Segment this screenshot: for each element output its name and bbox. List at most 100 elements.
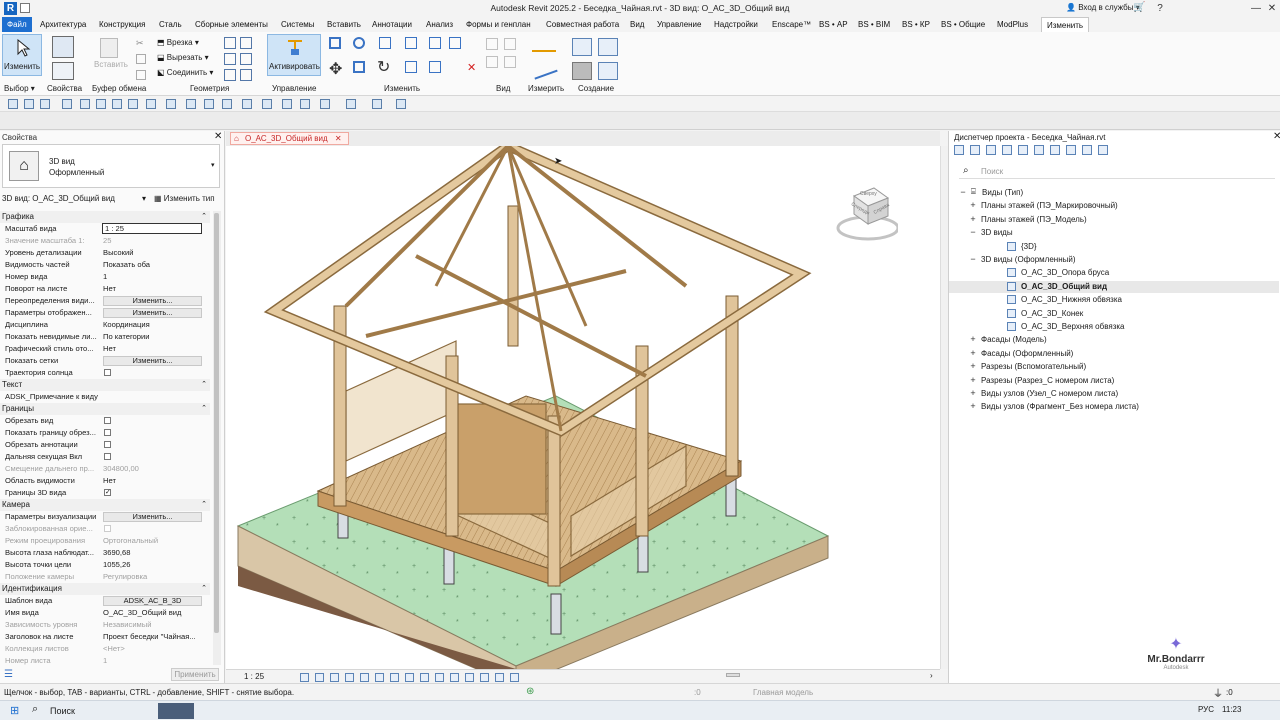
property-row[interactable]: Дальняя секущая Вкл [0, 451, 210, 463]
property-section[interactable]: Графика ⌃ [0, 211, 210, 223]
tree-item[interactable]: − ⌸ Виды (Тип) [949, 187, 1279, 199]
property-row[interactable]: Область видимости Нет [0, 475, 210, 487]
tree-item[interactable]: О_АС_3D_Верхняя обвязка [949, 321, 1279, 333]
quick-access-icon[interactable] [96, 99, 106, 109]
view-control-icon[interactable] [450, 673, 459, 682]
property-row[interactable]: Параметры отображен... Изменить... [0, 307, 210, 319]
join-roof-icon[interactable] [224, 69, 236, 81]
ribbon-tab[interactable]: BS • АР [818, 17, 849, 32]
browser-search[interactable]: ⌕ Поиск [959, 165, 1275, 179]
scroll-right-icon[interactable]: › [930, 671, 933, 680]
property-row[interactable]: Высота глаза наблюдат... 3690,68 [0, 547, 210, 559]
property-row[interactable]: Положение камеры Регулировка [0, 571, 210, 583]
properties-help-icon[interactable]: ☰ [4, 669, 13, 680]
align-icon[interactable] [329, 37, 341, 49]
tree-item[interactable]: −3D виды [949, 227, 1279, 239]
view-control-icon[interactable] [495, 673, 504, 682]
view-control-icon[interactable] [510, 673, 519, 682]
quick-access-icon[interactable] [282, 99, 292, 109]
property-row[interactable]: Показать невидимые ли... По категории [0, 331, 210, 343]
property-row[interactable]: Высота точки цели 1055,26 [0, 559, 210, 571]
property-value[interactable]: <Нет> [103, 643, 202, 655]
quick-access-icon[interactable] [8, 99, 18, 109]
ribbon-tab[interactable]: ModPlus [996, 17, 1029, 32]
view-tab-active[interactable]: ⌂ О_АС_3D_Общий вид ✕ [230, 132, 349, 145]
input-language[interactable]: РУС [1198, 705, 1214, 714]
property-section[interactable]: Границы ⌃ [0, 403, 210, 415]
property-row[interactable]: Границы 3D вида ✓ [0, 487, 210, 499]
view-control-icon[interactable] [300, 673, 309, 682]
property-value[interactable]: Регулировка [103, 571, 202, 583]
property-value[interactable]: По категории [103, 331, 202, 343]
browser-toolbar-icon[interactable] [1002, 145, 1012, 155]
cut-join-button[interactable]: ⬒ Врезка ▾ [157, 38, 199, 47]
create-assembly-icon[interactable] [572, 38, 592, 56]
quick-access-icon[interactable] [112, 99, 122, 109]
quick-access-icon[interactable] [222, 99, 232, 109]
tree-item[interactable]: {3D} [949, 241, 1279, 253]
ribbon-tab[interactable]: Сборные элементы [194, 17, 269, 32]
taskbar-search[interactable]: ⌕ Поиск [28, 703, 156, 719]
minimize-button[interactable]: — [1248, 2, 1264, 15]
wall-profile-icon[interactable] [240, 69, 252, 81]
modify-button[interactable]: Изменить [2, 34, 42, 76]
create-group-icon[interactable] [572, 62, 592, 80]
drawing-area[interactable]: +* Сверху Спереди [226, 140, 940, 687]
property-value[interactable]: 304800,00 [103, 463, 202, 475]
ribbon-tab[interactable]: Надстройки [713, 17, 759, 32]
paint-icon[interactable] [224, 53, 236, 65]
collapse-icon[interactable]: − [959, 187, 967, 198]
property-row[interactable]: Обрезать аннотации [0, 439, 210, 451]
match-icon[interactable] [136, 70, 146, 80]
ribbon-tab[interactable]: Файл [2, 17, 32, 32]
view-control-icon[interactable] [390, 673, 399, 682]
browser-toolbar-icon[interactable] [954, 145, 964, 155]
browser-toolbar-icon[interactable] [1018, 145, 1028, 155]
property-checkbox[interactable] [104, 417, 111, 424]
similar-icon[interactable] [598, 62, 618, 80]
property-row[interactable]: Поворот на листе Нет [0, 283, 210, 295]
property-value[interactable]: 1055,26 [103, 559, 202, 571]
scissors-icon[interactable]: ✂ [136, 38, 146, 48]
view-control-icon[interactable] [420, 673, 429, 682]
property-value[interactable]: Нет [103, 475, 202, 487]
quick-access-icon[interactable] [186, 99, 196, 109]
tree-item[interactable]: + Планы этажей (ПЭ_Модель) [949, 214, 1279, 226]
property-row[interactable]: Масштаб вида 1 : 25 [0, 223, 210, 235]
wall-joins-icon[interactable] [224, 37, 236, 49]
quick-access-icon[interactable] [128, 99, 138, 109]
quick-access-icon[interactable] [24, 99, 34, 109]
ribbon-tab[interactable]: Анализ [425, 17, 454, 32]
quick-access-icon[interactable] [204, 99, 214, 109]
tree-item[interactable]: О_АС_3D_Нижняя обвязка [949, 294, 1279, 306]
property-value[interactable]: Независимый [103, 619, 202, 631]
quick-access-icon[interactable] [396, 99, 406, 109]
view-scale-control[interactable]: 1 : 25 [244, 672, 264, 681]
quick-access-icon[interactable] [40, 99, 50, 109]
view-control-icon[interactable] [405, 673, 414, 682]
view-control-icon[interactable] [375, 673, 384, 682]
collapse-icon[interactable]: − [969, 254, 977, 265]
hide-icon[interactable] [486, 38, 498, 50]
ribbon-tab[interactable]: BS • Общие [940, 17, 986, 32]
browser-toolbar-icon[interactable] [1034, 145, 1044, 155]
property-row[interactable]: ADSK_Примечание к виду [0, 391, 210, 403]
property-edit-button[interactable]: Изменить... [103, 512, 202, 522]
demolish-icon[interactable] [240, 53, 252, 65]
array-icon[interactable] [429, 61, 441, 73]
mirror-draw-icon[interactable] [405, 37, 417, 49]
expand-icon[interactable]: + [969, 375, 977, 386]
property-checkbox[interactable]: ✓ [104, 489, 111, 496]
property-edit-button[interactable]: Изменить... [103, 296, 202, 306]
worksets-icon[interactable]: ⊛ [526, 686, 534, 697]
signin-link[interactable]: 👤 Вход в службы ▾ [1066, 3, 1140, 12]
quick-access-icon[interactable] [262, 99, 272, 109]
property-checkbox[interactable] [104, 441, 111, 448]
view-control-icon[interactable] [330, 673, 339, 682]
tree-item[interactable]: + Планы этажей (ПЭ_Маркировочный) [949, 200, 1279, 212]
cut-button[interactable]: ⬓ Вырезать ▾ [157, 53, 209, 62]
property-value[interactable]: Нет [103, 343, 202, 355]
quick-access-icon[interactable] [166, 99, 176, 109]
property-row[interactable]: Шаблон вида ADSK_АС_В_3D [0, 595, 210, 607]
close-tab-icon[interactable]: ✕ [335, 134, 342, 143]
